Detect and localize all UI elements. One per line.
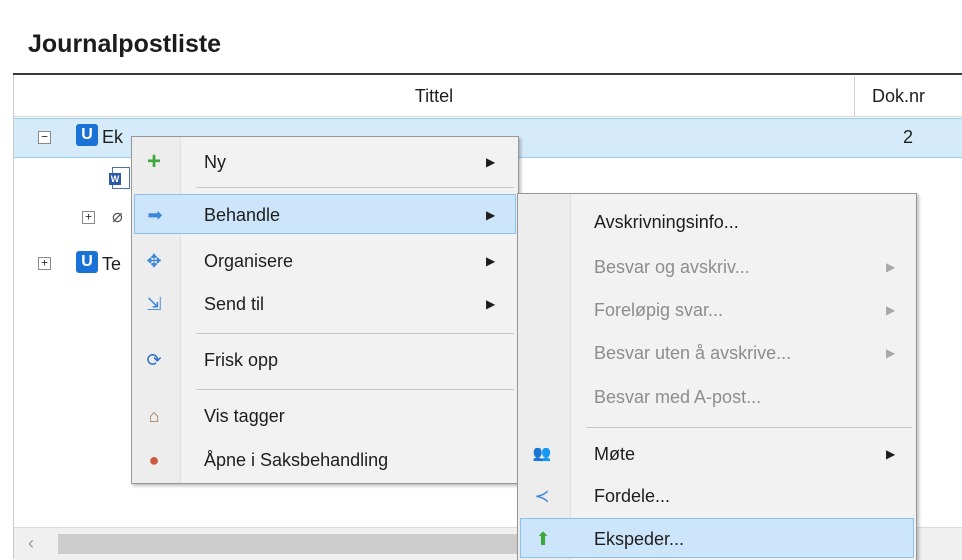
- menu-item-organisere[interactable]: ✥ Organisere ▶: [134, 241, 514, 281]
- scroll-thumb[interactable]: [58, 534, 538, 554]
- submenu-arrow-icon: ▶: [486, 208, 496, 222]
- row-title: Ek: [102, 127, 124, 147]
- submenu-arrow-icon: ▶: [886, 346, 896, 360]
- menu-item-label: Åpne i Saksbehandling: [204, 450, 389, 470]
- submenu-arrow-icon: ▶: [886, 303, 896, 317]
- collapse-icon[interactable]: −: [38, 131, 51, 144]
- menu-item-ny[interactable]: + Ny ▶: [134, 142, 514, 182]
- row-title: Te: [102, 254, 122, 274]
- expand-icon[interactable]: +: [82, 211, 95, 224]
- menu-item-label: Behandle: [204, 205, 281, 225]
- submenu-arrow-icon: ▶: [486, 155, 496, 169]
- column-header-tittel[interactable]: Tittel: [14, 76, 855, 116]
- column-header-doknr[interactable]: Dok.nr: [872, 76, 962, 116]
- refresh-icon: ⟳: [146, 350, 162, 370]
- menu-item-label: Ekspeder...: [594, 529, 685, 549]
- journal-u-icon: U: [76, 124, 98, 146]
- menu-item-apne-i-saksbehandling[interactable]: ● Åpne i Saksbehandling: [134, 440, 514, 480]
- attachment-icon: ⌀: [112, 206, 123, 226]
- menu-item-label: Avskrivningsinfo...: [594, 212, 739, 232]
- menu-item-label: Vis tagger: [204, 406, 285, 426]
- send-to-icon: ⇲: [146, 294, 162, 314]
- journal-u-icon: U: [76, 251, 98, 273]
- expand-icon[interactable]: +: [38, 257, 51, 270]
- menu-item-label: Møte: [594, 444, 636, 464]
- menu-item-fordele[interactable]: ≺ Fordele...: [520, 476, 912, 516]
- word-document-icon: W: [109, 167, 130, 189]
- menu-separator: [586, 427, 912, 428]
- menu-item-label: Frisk opp: [204, 350, 279, 370]
- menu-item-label: Besvar og avskriv...: [594, 257, 750, 277]
- arrow-forward-icon: ➡: [147, 205, 163, 225]
- grid-header: Tittel Dok.nr: [14, 76, 962, 117]
- menu-item-frisk-opp[interactable]: ⟳ Frisk opp: [134, 340, 514, 380]
- person-icon: ●: [148, 450, 160, 470]
- menu-item-besvar-uten-a-avskrive[interactable]: Besvar uten å avskrive... ▶: [520, 333, 912, 373]
- plus-icon: +: [146, 148, 161, 175]
- menu-item-vis-tagger[interactable]: ⌂ Vis tagger: [134, 396, 514, 436]
- move-icon: ✥: [146, 251, 162, 271]
- menu-item-label: Besvar med A-post...: [594, 387, 762, 407]
- submenu-arrow-icon: ▶: [886, 260, 896, 274]
- meeting-icon: 👥: [532, 445, 552, 462]
- menu-item-label: Foreløpig svar...: [594, 300, 724, 320]
- menu-item-besvar-og-avskriv[interactable]: Besvar og avskriv... ▶: [520, 247, 912, 287]
- menu-item-label: Fordele...: [594, 486, 671, 506]
- menu-item-send-til[interactable]: ⇲ Send til ▶: [134, 284, 514, 324]
- menu-separator: [196, 389, 514, 390]
- menu-item-forelopig-svar[interactable]: Foreløpig svar... ▶: [520, 290, 912, 330]
- house-icon: ⌂: [148, 406, 160, 426]
- row-doknr: 2: [903, 127, 914, 147]
- menu-separator: [196, 333, 514, 334]
- menu-separator: [196, 187, 514, 188]
- dispatch-icon: ⬆: [535, 529, 551, 549]
- share-icon: ≺: [534, 486, 550, 506]
- menu-item-label: Organisere: [204, 251, 294, 271]
- submenu-arrow-icon: ▶: [486, 254, 496, 268]
- menu-item-besvar-med-a-post[interactable]: Besvar med A-post...: [520, 377, 912, 417]
- menu-item-behandle[interactable]: ➡ Behandle ▶: [134, 194, 516, 234]
- menu-item-avskrivningsinfo[interactable]: Avskrivningsinfo...: [520, 202, 912, 242]
- submenu-arrow-icon: ▶: [886, 447, 896, 461]
- menu-item-label: Ny: [204, 152, 226, 172]
- menu-item-label: Send til: [204, 294, 265, 314]
- context-menu: + Ny ▶ ➡ Behandle ▶ ✥ Organisere ▶ ⇲ Sen…: [131, 136, 519, 484]
- scroll-left-icon[interactable]: ‹: [28, 533, 34, 554]
- submenu-behandle: Avskrivningsinfo... Besvar og avskriv...…: [517, 193, 917, 560]
- menu-item-mote[interactable]: 👥 Møte ▶: [520, 434, 912, 474]
- submenu-arrow-icon: ▶: [486, 297, 496, 311]
- menu-item-ekspeder[interactable]: ⬆ Ekspeder...: [520, 518, 914, 558]
- panel-title: Journalpostliste: [28, 30, 222, 58]
- menu-item-label: Besvar uten å avskrive...: [594, 343, 792, 363]
